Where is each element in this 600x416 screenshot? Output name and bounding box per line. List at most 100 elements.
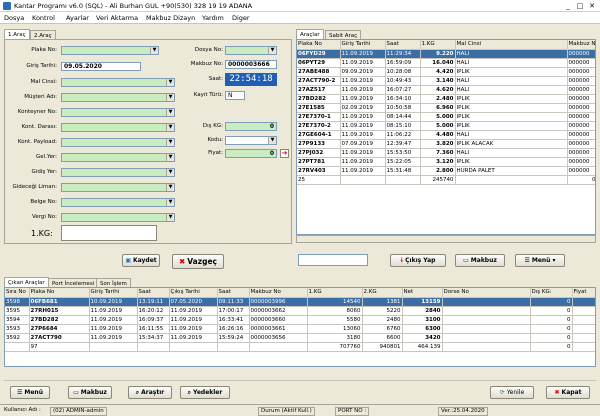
- menu-diger[interactable]: Diger: [232, 14, 250, 22]
- giris-tarihi-field[interactable]: 09.05.2020: [61, 62, 141, 71]
- yenile-button[interactable]: ⟳ Yenile: [490, 386, 534, 399]
- menu-yardim[interactable]: Yardım: [202, 14, 224, 22]
- gel-yer-combo[interactable]: ▼: [61, 153, 175, 162]
- col-kg1[interactable]: 1.KG: [307, 288, 363, 298]
- col-giris-tarihi[interactable]: Giriş Tarihi: [340, 40, 386, 50]
- col-saat[interactable]: Saat: [385, 40, 421, 50]
- table-row[interactable]: 27P9133 07.09.2019 12:39:47 3.820 IPLIK ALAC…: [297, 139, 595, 149]
- col-cikis-saat[interactable]: Saat: [217, 288, 250, 298]
- chevron-down-icon[interactable]: ▼: [166, 214, 174, 221]
- plaka-combo[interactable]: ▼: [61, 46, 159, 55]
- col-giris-saat[interactable]: Saat: [137, 288, 170, 298]
- chevron-down-icon[interactable]: ▼: [166, 94, 174, 101]
- chevron-down-icon[interactable]: ▼: [166, 124, 174, 131]
- search-input[interactable]: [298, 254, 368, 266]
- vergi-combo[interactable]: ▼: [61, 213, 175, 222]
- col-kg2[interactable]: 2.KG: [362, 288, 403, 298]
- chevron-down-icon[interactable]: ▼: [150, 47, 158, 54]
- kayit-turu-select[interactable]: N: [225, 91, 245, 100]
- gidis-yer-combo[interactable]: ▼: [61, 168, 175, 177]
- chevron-down-icon[interactable]: ▼: [268, 137, 276, 144]
- chevron-down-icon[interactable]: ▼: [166, 184, 174, 191]
- gidecegi-liman-combo[interactable]: ▼: [61, 183, 175, 192]
- table-row[interactable]: 3594 27BD282 11.09.2019 16:09:37 11.09.2019 1…: [5, 315, 595, 325]
- table-row[interactable]: 3598 06FB681 10.09.2019 13:19:11 07.05.2020 0…: [5, 297, 595, 307]
- dosya-combo[interactable]: ▼: [225, 46, 277, 55]
- chevron-down-icon[interactable]: ▼: [166, 79, 174, 86]
- table-row[interactable]: 27E1585 02.09.2019 10:50:58 6.960 IPLIK 00000…: [297, 103, 595, 113]
- tab-1-arac[interactable]: 1.Araç: [4, 29, 30, 39]
- cikis-yap-button[interactable]: 🠗 Çıkış Yap: [390, 254, 446, 267]
- col-dorse[interactable]: Dorse No: [442, 288, 531, 298]
- chevron-down-icon[interactable]: ▼: [166, 139, 174, 146]
- table-row[interactable]: 3593 27P6684 11.09.2019 16:11:55 11.09.2019 1…: [5, 324, 595, 334]
- table-row[interactable]: 27PJ032 11.09.2019 15:53:50 7.360 HALI 000000: [297, 148, 595, 158]
- yedekler-button[interactable]: ⌕ Yedekler: [180, 386, 230, 399]
- col-plaka[interactable]: Plaka No: [297, 40, 341, 50]
- kaydet-button[interactable]: ▣ Kaydet: [122, 254, 160, 267]
- table-row[interactable]: 27AZ517 11.09.2019 16:07:27 4.620 HALI 000000: [297, 85, 595, 95]
- menu-makbuz-dizayn[interactable]: Makbuz Dizayn: [146, 14, 195, 22]
- table-row[interactable]: 27GE604-1 11.09.2019 11:06:22 4.480 HALI 0000…: [297, 130, 595, 140]
- col-cikis-tarihi[interactable]: Çıkış Tarihi: [169, 288, 218, 298]
- table-cell: 16:20:12: [137, 306, 170, 316]
- menu-veri-aktarma[interactable]: Veri Aktarma: [96, 14, 138, 22]
- exits-grid[interactable]: Sıra No Plaka No Giriş Tarihi Saat Çıkış…: [4, 287, 596, 367]
- makbuz-no-field[interactable]: 0000003666: [225, 60, 277, 69]
- bottom-makbuz-button[interactable]: ▭ Makbuz: [68, 386, 112, 399]
- tab-cikan-araclar[interactable]: Çıkan Araçlar: [4, 277, 49, 287]
- col-kg[interactable]: 1.KG: [420, 40, 456, 50]
- col-makbuz[interactable]: Makbuz No: [567, 40, 595, 50]
- table-row[interactable]: 3595 27RH015 11.09.2019 16:20:12 11.09.2019 1…: [5, 306, 595, 316]
- table-row[interactable]: 06PYT29 11.09.2019 16:59:09 16.040 HALI 00000…: [297, 58, 595, 68]
- table-row[interactable]: 06FYD29 11.09.2019 11:29:34 9.220 HALI 000000: [297, 49, 595, 59]
- table-row[interactable]: 27PT781 11.09.2019 15:22:05 3.120 IPLIK 00000…: [297, 157, 595, 167]
- menu-ayarlar[interactable]: Ayarlar: [66, 14, 89, 22]
- kodu-combo[interactable]: ▼: [225, 136, 277, 145]
- col-sira[interactable]: Sıra No: [5, 288, 30, 298]
- tab-araclar[interactable]: Araçlar: [296, 29, 324, 39]
- menu-kontrol[interactable]: Kontrol: [32, 14, 55, 22]
- kont-dara-combo[interactable]: ▼: [61, 123, 175, 132]
- fiyat-field[interactable]: 0: [225, 149, 277, 158]
- vehicles-grid[interactable]: Plaka No Giriş Tarihi Saat 1.KG Mal Cins…: [296, 39, 596, 235]
- arrow-right-icon[interactable]: ➔: [280, 149, 289, 158]
- col-dis-kg[interactable]: Dış KG:: [530, 288, 573, 298]
- table-row[interactable]: 27ABE488 09.09.2019 10:28:08 4.420 IPLIK 0000…: [297, 67, 595, 77]
- col-fiyat[interactable]: Fiyat: [572, 288, 595, 298]
- table-cell: 11.09.2019: [89, 333, 138, 343]
- kapat-button[interactable]: ✖ Kapat: [546, 386, 590, 399]
- arastir-button[interactable]: ⌕ Araştır: [128, 386, 172, 399]
- maximize-button[interactable]: □: [574, 1, 586, 11]
- minimize-button[interactable]: _: [562, 1, 574, 11]
- bottom-menu-button[interactable]: ☰ Menü: [10, 386, 50, 399]
- mal-cinsi-combo[interactable]: ▼: [61, 78, 175, 87]
- table-row[interactable]: 27E7370-1 11.09.2019 08:14:44 5.000 IPLIK 000…: [297, 112, 595, 122]
- table-row[interactable]: 27E7370-2 11.09.2019 08:15:10 5.000 IPLIK 000…: [297, 121, 595, 131]
- konteyner-combo[interactable]: ▼: [61, 108, 175, 117]
- chevron-down-icon[interactable]: ▼: [166, 109, 174, 116]
- col-plaka[interactable]: Plaka No: [29, 288, 90, 298]
- close-button[interactable]: ✕: [586, 1, 598, 11]
- chevron-down-icon[interactable]: ▼: [166, 169, 174, 176]
- makbuz-button[interactable]: ▭ Makbuz: [455, 254, 505, 267]
- belge-combo[interactable]: ▼: [61, 198, 175, 207]
- vehicles-scrollbar[interactable]: [296, 235, 596, 243]
- vazgec-button[interactable]: ✖ Vazgeç: [172, 254, 224, 269]
- dis-kg-field[interactable]: 0: [225, 122, 277, 131]
- kont-payload-combo[interactable]: ▼: [61, 138, 175, 147]
- chevron-down-icon[interactable]: ▼: [268, 47, 276, 54]
- chevron-down-icon[interactable]: ▼: [166, 154, 174, 161]
- table-row[interactable]: 27RV403 11.09.2019 15:31:48 2.800 HURDA PALE…: [297, 166, 595, 176]
- col-mal-cinsi[interactable]: Mal Cinsi: [455, 40, 568, 50]
- musteri-combo[interactable]: ▼: [61, 93, 175, 102]
- col-giris-tarihi[interactable]: Giriş Tarihi: [89, 288, 138, 298]
- table-row[interactable]: 27BD282 11.09.2019 16:34:10 2.480 IPLIK 00000…: [297, 94, 595, 104]
- col-makbuz[interactable]: Makbuz No: [249, 288, 308, 298]
- col-net[interactable]: Net: [402, 288, 443, 298]
- menu-dosya[interactable]: Dosya: [4, 14, 24, 22]
- table-row[interactable]: 27ACT790-2 11.09.2019 10:49:43 3.140 HALI 000…: [297, 76, 595, 86]
- table-row[interactable]: 3592 27ACT790 11.09.2019 15:34:37 11.09.2019…: [5, 333, 595, 343]
- chevron-down-icon[interactable]: ▼: [166, 199, 174, 206]
- menu-button[interactable]: ☰ Menü ▾: [515, 254, 565, 267]
